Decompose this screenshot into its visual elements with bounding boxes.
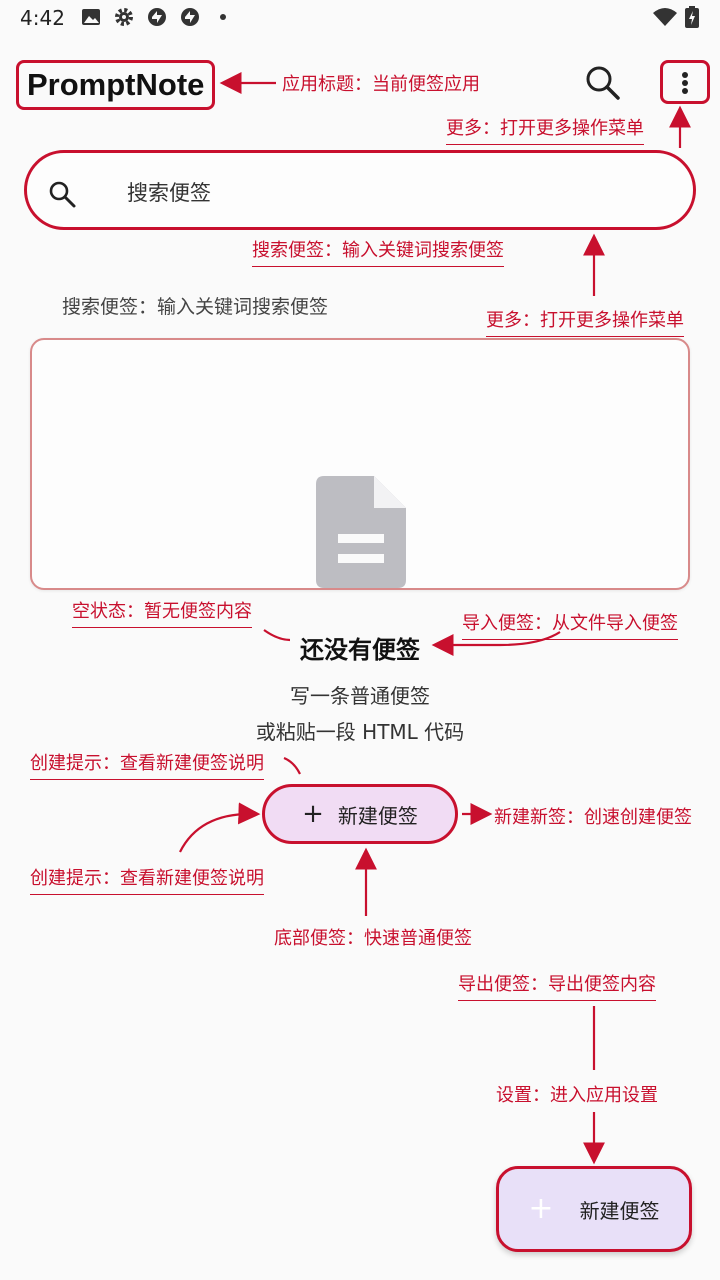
annotation-new-note: 新建新签：创速创建便签	[494, 807, 692, 828]
search-input[interactable]: 搜索便签	[24, 150, 696, 230]
annotation-settings: 设置：进入应用设置	[496, 1085, 658, 1106]
document-icon	[316, 476, 406, 588]
new-note-label: 新建便签	[337, 803, 418, 828]
more-button[interactable]	[660, 60, 710, 104]
dot-icon	[220, 14, 226, 20]
empty-state-line1: 写一条普通便签	[290, 684, 430, 708]
sync-icon	[148, 8, 166, 26]
fab-label: 新建便签	[579, 1198, 660, 1223]
annotation-export: 导出便签：导出便签内容	[458, 970, 656, 1001]
annotation-create-hint-top: 创建提示：查看新建便签说明	[30, 749, 264, 780]
search-icon	[49, 181, 76, 208]
search-hint-text: 搜索便签：输入关键词搜索便签	[62, 296, 329, 318]
annotation-more-top: 更多：打开更多操作菜单	[446, 114, 644, 145]
annotation-empty-state: 空状态：暂无便签内容	[72, 597, 252, 628]
annotation-more-mid: 更多：打开更多操作菜单	[486, 306, 684, 337]
annotation-search: 搜索便签：输入关键词搜索便签	[252, 236, 504, 267]
image-icon	[82, 9, 100, 25]
plus-icon: +	[302, 799, 324, 829]
new-note-fab[interactable]: + 新建便签	[496, 1166, 692, 1252]
search-placeholder: 搜索便签	[127, 181, 211, 205]
new-note-button[interactable]: + 新建便签	[262, 784, 458, 844]
wifi-icon	[653, 8, 677, 26]
annotation-app-title: 应用标题：当前便签应用	[282, 74, 480, 95]
plus-icon: +	[528, 1191, 554, 1226]
search-icon[interactable]	[582, 62, 622, 102]
empty-state-line2: 或粘贴一段 HTML 代码	[255, 720, 465, 744]
app-title: PromptNote	[16, 60, 216, 110]
battery-icon	[685, 6, 699, 28]
gear-icon	[115, 8, 133, 26]
annotation-import: 导入便签：从文件导入便签	[462, 609, 678, 640]
annotation-bottom-note: 底部便签：快速普通便签	[274, 928, 472, 949]
annotation-create-hint-bottom: 创建提示：查看新建便签说明	[30, 864, 264, 895]
status-time: 4:42	[20, 6, 65, 30]
sync-icon	[181, 8, 199, 26]
